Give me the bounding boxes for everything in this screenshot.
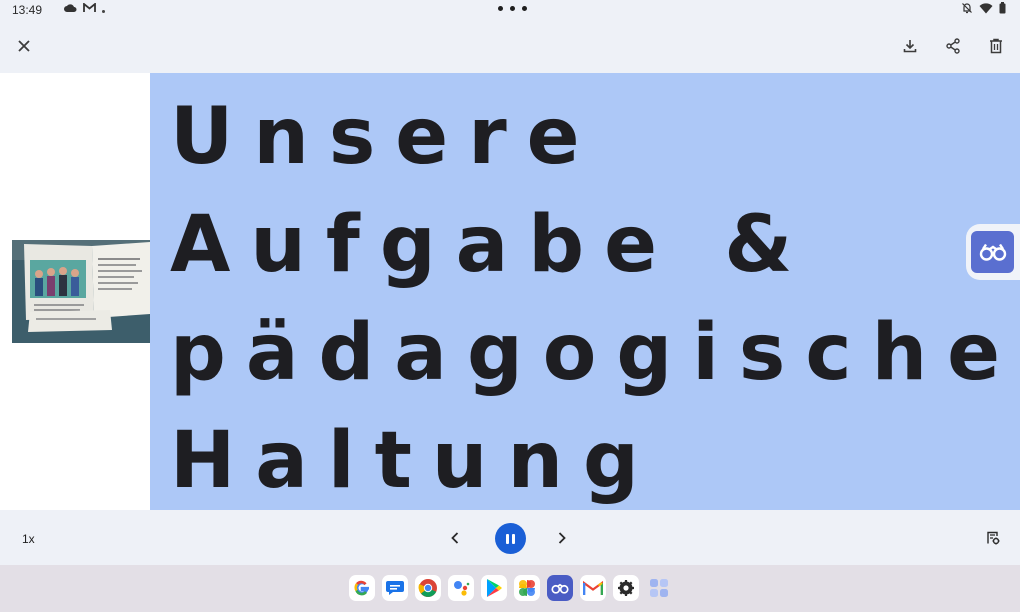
status-time: 13:49 — [12, 3, 43, 17]
slide-title: Unsere Aufgabe & pädagogische Haltung — [170, 92, 1020, 506]
reader-app-icon[interactable] — [547, 575, 573, 601]
messages-app-icon[interactable] — [382, 575, 408, 601]
playback-controls: 1x — [0, 510, 1020, 565]
close-button[interactable] — [10, 32, 38, 60]
playback-speed-button[interactable]: 1x — [22, 532, 35, 546]
play-store-app-icon[interactable] — [481, 575, 507, 601]
download-icon — [903, 40, 917, 53]
taskbar-dock — [0, 565, 1020, 612]
settings-app-icon[interactable] — [613, 575, 639, 601]
scanned-document-thumbnail[interactable] — [12, 240, 150, 343]
status-system-icons — [961, 2, 1006, 17]
document-photo — [12, 240, 150, 343]
pause-icon — [505, 533, 517, 544]
previous-button[interactable] — [441, 524, 469, 552]
gmail-icon — [83, 2, 96, 17]
google-app-icon[interactable] — [349, 575, 375, 601]
assistant-app-icon[interactable] — [448, 575, 474, 601]
chevron-right-icon — [558, 532, 566, 544]
status-bar: 13:49 — [0, 0, 1020, 20]
gmail-app-icon[interactable] — [580, 575, 606, 601]
chevron-left-icon — [451, 532, 459, 544]
reading-mode-button[interactable] — [966, 224, 1020, 280]
wifi-icon — [979, 2, 993, 17]
battery-icon — [999, 2, 1006, 17]
pause-button[interactable] — [495, 523, 526, 554]
chrome-app-icon[interactable] — [415, 575, 441, 601]
download-button[interactable] — [896, 32, 924, 60]
more-dots-icon[interactable] — [498, 6, 527, 11]
dot-icon — [102, 9, 105, 13]
share-button[interactable] — [939, 32, 967, 60]
reader-settings-button[interactable] — [979, 524, 1007, 552]
app-drawer-icon[interactable] — [646, 575, 672, 601]
delete-icon — [990, 38, 1002, 54]
close-icon — [18, 40, 30, 52]
binoculars-icon — [979, 243, 1006, 261]
next-button[interactable] — [548, 524, 576, 552]
slide-image: Unsere Aufgabe & pädagogische Haltung — [150, 73, 1020, 510]
delete-button[interactable] — [982, 32, 1010, 60]
photos-app-icon[interactable] — [514, 575, 540, 601]
cloud-icon — [64, 3, 77, 17]
top-toolbar — [0, 20, 1020, 73]
mute-bell-icon — [961, 2, 973, 17]
share-icon — [946, 38, 960, 54]
status-notifications — [64, 2, 105, 17]
settings-page-icon — [987, 531, 1000, 545]
image-viewer: Unsere Aufgabe & pädagogische Haltung — [0, 73, 1020, 510]
